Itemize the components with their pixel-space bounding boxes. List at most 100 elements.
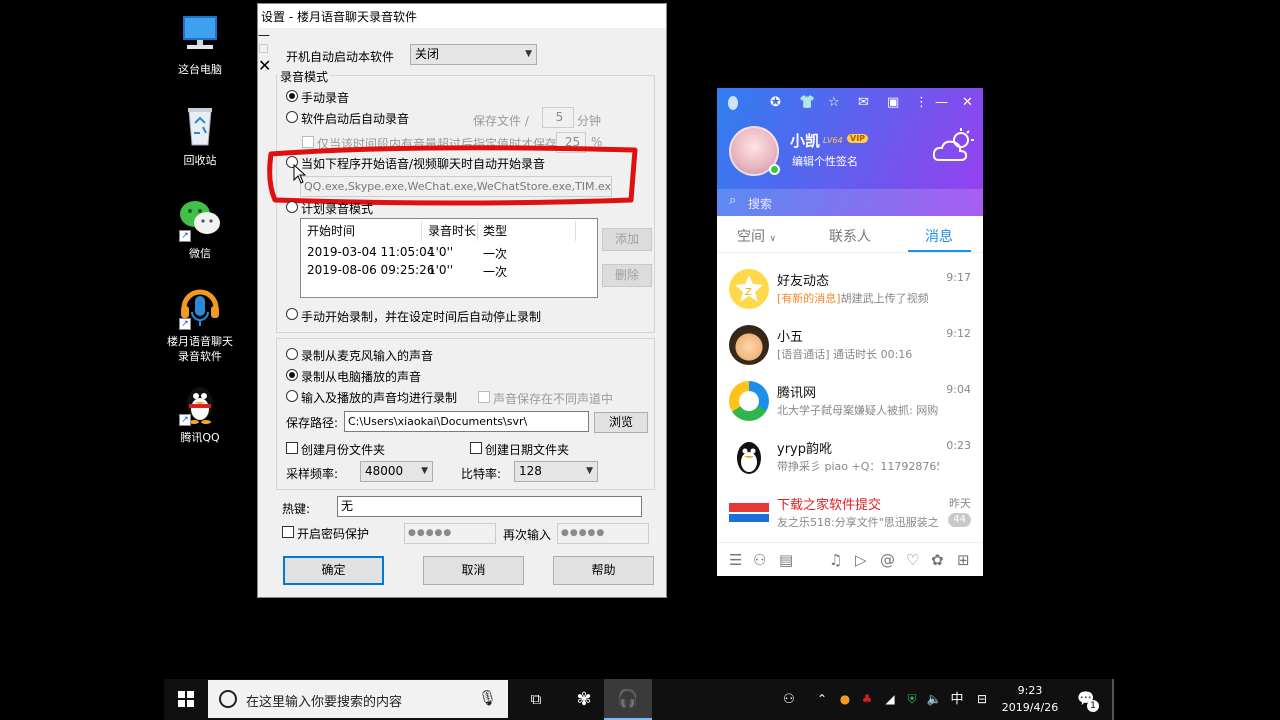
src-both-radio[interactable] <box>286 390 298 402</box>
chevron-up-icon[interactable]: ⌃ <box>812 679 832 720</box>
tray-recorder-icon[interactable]: ● <box>834 679 856 720</box>
task-view-icon[interactable]: ⧉ <box>512 679 560 720</box>
ime-indicator[interactable]: 中 <box>946 679 968 720</box>
save-every-input[interactable]: 5 <box>542 107 574 128</box>
ok-button[interactable]: 确定 <box>283 556 384 585</box>
taskbar-app-pinwheel-icon[interactable]: ✾ <box>560 679 608 720</box>
username[interactable]: 小凯 <box>790 130 820 151</box>
src-mic-label[interactable]: 录制从麦克风输入的声音 <box>301 347 433 364</box>
heart-icon[interactable]: ♡ <box>906 551 919 569</box>
skin-shirt-icon[interactable]: 👕 <box>799 95 815 110</box>
sample-rate-select[interactable]: 48000 ▼ <box>360 461 433 482</box>
people-icon[interactable]: ⚇ <box>776 679 802 720</box>
minimize-icon[interactable]: — <box>935 95 948 110</box>
mode-scheduled-label[interactable]: 计划录音模式 <box>301 200 373 217</box>
taskbar-app-recorder[interactable]: 🎧 <box>604 679 652 720</box>
signature[interactable]: 编辑个性签名 <box>792 153 858 169</box>
volume-icon[interactable]: 🔈 <box>923 679 945 720</box>
table-row[interactable]: 2019-03-04 11:05:04 1'0'' 一次 <box>301 243 597 261</box>
desktop-icon-recycle-bin[interactable]: 回收站 <box>160 103 240 168</box>
src-speaker-label[interactable]: 录制从电脑播放的声音 <box>301 368 421 385</box>
app-grid-icon[interactable]: ⊞ <box>957 551 970 569</box>
separate-channels-checkbox[interactable] <box>478 391 490 403</box>
daily-folder-label[interactable]: 创建日期文件夹 <box>485 441 569 458</box>
add-button[interactable]: 添加 <box>602 228 652 251</box>
mode-manual-radio[interactable] <box>286 90 298 102</box>
tray-qq-icon[interactable]: ♣ <box>856 679 878 720</box>
star-icon[interactable]: ☆ <box>828 95 840 110</box>
mode-scheduled-radio[interactable] <box>286 201 298 213</box>
list-item[interactable]: 小五 [语音通话] 通话时长 00:16 9:12 <box>717 317 983 373</box>
taskbar-search-box[interactable]: 在这里输入你要搜索的内容 🎙 <box>208 680 508 718</box>
desktop-icon-this-pc[interactable]: 这台电脑 <box>160 12 240 77</box>
table-row[interactable]: 2019-08-06 09:25:26 1'0'' 一次 <box>301 261 597 279</box>
tab-divider <box>717 252 983 253</box>
password-label[interactable]: 开启密码保护 <box>297 525 369 542</box>
src-speaker-radio[interactable] <box>286 369 298 381</box>
list-item[interactable]: 下载之家软件提交 友之乐518:分享文件"思迅服装之 昨天 44 <box>717 485 983 541</box>
clock[interactable]: 9:23 2019/4/26 <box>1000 682 1060 716</box>
browse-button[interactable]: 浏览 <box>594 412 648 433</box>
search-bar[interactable]: ⌕ 搜索 <box>717 189 983 216</box>
keyboard-icon[interactable]: ⊟ <box>970 679 994 720</box>
main-menu-icon[interactable]: ☰ <box>729 551 742 569</box>
column-start-time[interactable]: 开始时间 <box>307 219 355 243</box>
src-mic-radio[interactable] <box>286 348 298 360</box>
video-play-icon[interactable]: ▷ <box>855 551 867 569</box>
gift-icon[interactable]: ▣ <box>887 95 899 110</box>
more-menu-icon[interactable]: ⋮ <box>915 95 928 110</box>
password-input[interactable]: ●●●●● <box>404 523 496 544</box>
achievement-icon[interactable]: ✪ <box>770 95 781 110</box>
tab-space[interactable]: 空间 ∨ <box>737 226 776 246</box>
mode-auto-start-radio[interactable] <box>286 111 298 123</box>
security-shield-icon[interactable]: ⛨ <box>901 679 923 720</box>
bitrate-select[interactable]: 128 ▼ <box>514 461 598 482</box>
monthly-folder-label[interactable]: 创建月份文件夹 <box>301 441 385 458</box>
network-icon[interactable]: ◢ <box>879 679 901 720</box>
src-both-label[interactable]: 输入及播放的声音均进行录制 <box>301 389 457 406</box>
autostart-select[interactable]: 关闭 ▼ <box>410 44 537 65</box>
mode-manual-timed-label[interactable]: 手动开始录制，并在设定时间后自动停止录制 <box>301 308 541 325</box>
desktop-icon-qq[interactable]: ↗ 腾讯QQ <box>160 380 240 445</box>
music-icon[interactable]: ♫ <box>829 551 842 569</box>
add-friend-icon[interactable]: ⚇ <box>753 551 766 569</box>
computer-icon <box>177 12 223 58</box>
mode-manual-timed-radio[interactable] <box>286 308 298 320</box>
contact-name: 好友动态 <box>777 274 830 289</box>
schedule-list[interactable]: 开始时间 录音时长 类型 2019-03-04 11:05:04 1'0'' 一… <box>300 218 598 298</box>
dialog-titlebar[interactable]: 设置 - 楼月语音聊天录音软件 <box>258 4 666 28</box>
tab-messages[interactable]: 消息 <box>925 226 953 246</box>
desktop-icon-recorder[interactable]: ↗ 楼月语音聊天 录音软件 <box>160 284 240 364</box>
hotkey-input[interactable]: 无 <box>337 496 642 517</box>
save-path-input[interactable]: C:\Users\xiaokai\Documents\svr\ <box>344 411 589 432</box>
column-duration[interactable]: 录音时长 <box>428 219 476 243</box>
minimize-icon[interactable]: — <box>258 28 666 42</box>
monthly-folder-checkbox[interactable] <box>286 442 298 454</box>
list-item[interactable]: yryp韵吪 带挣采彡 piao +Q：117928765 0:23 <box>717 429 983 485</box>
email-at-icon[interactable]: @ <box>880 551 895 569</box>
mode-auto-start-label[interactable]: 软件启动后自动录音 <box>301 110 409 127</box>
help-button[interactable]: 帮助 <box>553 556 654 585</box>
delete-button[interactable]: 删除 <box>602 264 652 287</box>
password-again-input[interactable]: ●●●●● <box>557 523 649 544</box>
password-checkbox[interactable] <box>282 526 294 538</box>
desktop-icon-wechat[interactable]: ↗ 微信 <box>160 196 240 261</box>
show-desktop-strip[interactable] <box>1112 679 1114 720</box>
file-icon[interactable]: ▤ <box>779 551 793 569</box>
windows-start-icon[interactable] <box>164 679 208 720</box>
tab-contacts[interactable]: 联系人 <box>829 226 871 246</box>
daily-folder-checkbox[interactable] <box>470 442 482 454</box>
cancel-button[interactable]: 取消 <box>423 556 524 585</box>
bottom-divider <box>717 542 983 543</box>
microphone-icon[interactable]: 🎙 <box>478 689 497 707</box>
clover-icon[interactable]: ✿ <box>931 551 944 569</box>
notification-center-icon[interactable]: 💬 <box>1070 679 1102 720</box>
wechat-icon: ↗ <box>177 196 223 242</box>
close-icon[interactable]: ✕ <box>962 95 973 110</box>
list-item[interactable]: Z 好友动态 [有新的消息]胡建武上传了视频 9:17 <box>717 261 983 317</box>
mode-manual-label[interactable]: 手动录音 <box>301 89 349 106</box>
star-z-icon: Z <box>735 275 763 302</box>
list-item[interactable]: 腾讯网 北大学子弑母案嫌疑人被抓: 网购30多 9:04 <box>717 373 983 429</box>
mail-icon[interactable]: ✉ <box>858 95 869 110</box>
column-type[interactable]: 类型 <box>483 219 507 243</box>
